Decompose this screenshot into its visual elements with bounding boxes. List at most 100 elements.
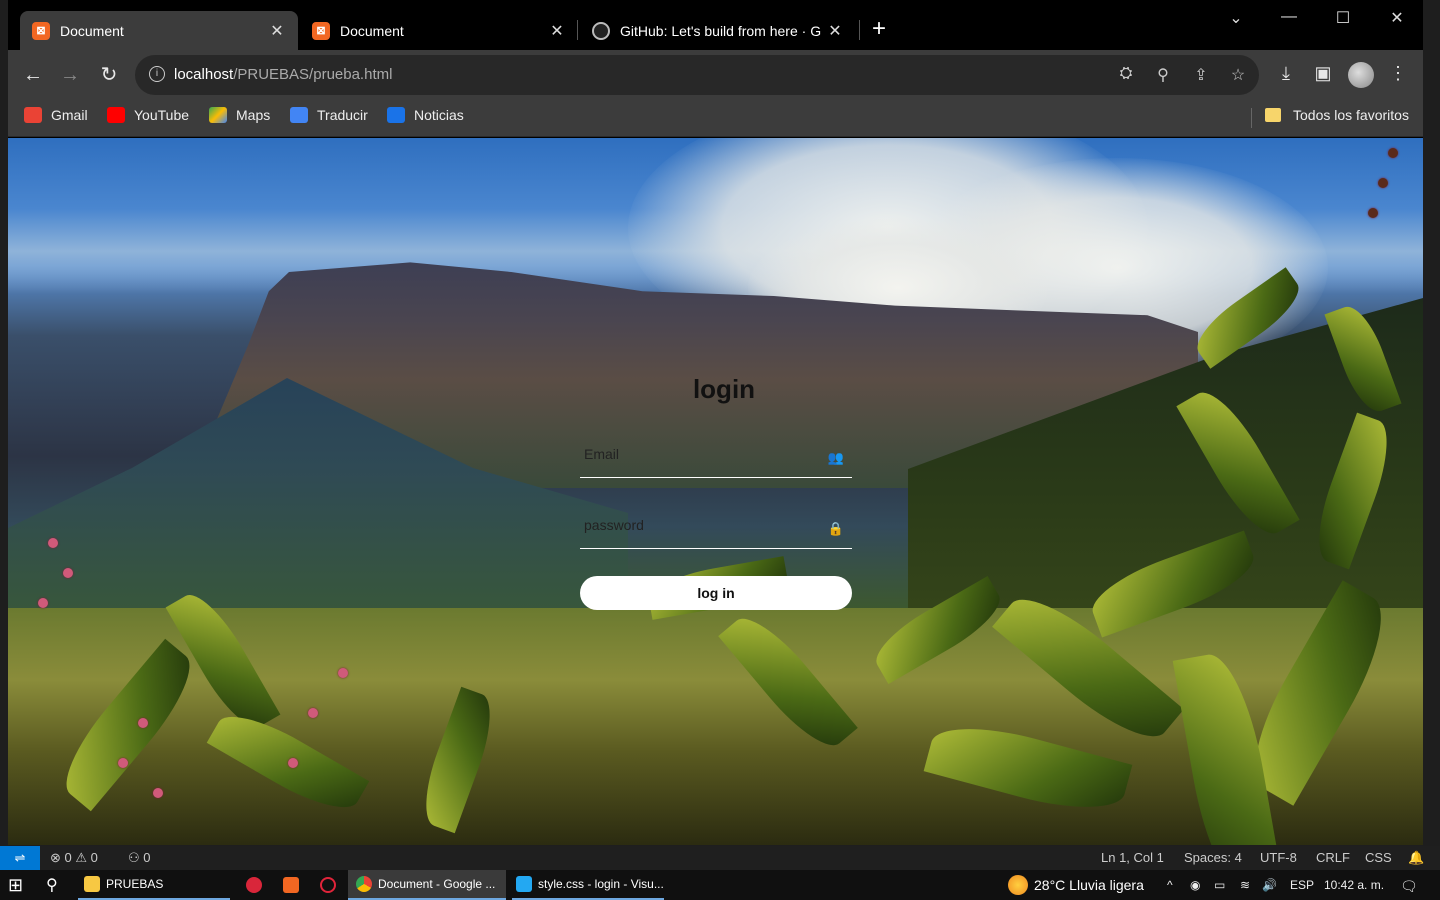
back-icon[interactable]: ← (21, 63, 45, 87)
bookmark-star-icon[interactable]: ☆ (1227, 65, 1249, 85)
xampp-icon: ⊠ (312, 21, 330, 40)
vscode-status-bar: ⇌ ⊗ 0 ⚠ 0 ⚇ 0 Ln 1, Col 1 Spaces: 4 UTF-… (0, 846, 1440, 870)
port-count: 0 (143, 850, 151, 865)
flower (118, 758, 128, 768)
cursor-position[interactable]: Ln 1, Col 1 (1101, 850, 1164, 865)
input-language[interactable]: ESP (1290, 878, 1314, 892)
new-tab-button[interactable]: + (872, 17, 886, 41)
taskbar-app-red[interactable] (246, 870, 268, 900)
windows-taskbar: ⊞ ⚲ PRUEBAS Document - Google ... style.… (0, 870, 1440, 900)
page-content: login Email 👥 password 🔒 log in (8, 138, 1423, 845)
xampp-icon: ⊠ (32, 21, 50, 40)
ports-indicator[interactable]: ⚇ 0 (128, 850, 151, 866)
bookmark-label: YouTube (134, 107, 190, 123)
flower-bud (1378, 178, 1388, 188)
tab-separator (859, 20, 860, 40)
side-panel-icon[interactable]: ▣ (1311, 63, 1335, 84)
site-info-icon[interactable]: i (149, 66, 165, 82)
password-placeholder: password (584, 517, 644, 533)
tab-title: Document (340, 22, 404, 39)
gmail-icon (24, 107, 42, 123)
close-tab-icon[interactable]: ✕ (826, 21, 844, 41)
bookmark-youtube[interactable]: YouTube (107, 107, 189, 123)
wifi-icon[interactable]: ≋ (1240, 878, 1250, 892)
taskbar-opera[interactable] (320, 870, 342, 900)
search-icon[interactable]: ⚲ (46, 870, 58, 900)
chrome-icon (356, 876, 372, 892)
end-of-line[interactable]: CRLF (1316, 850, 1350, 865)
battery-icon[interactable]: ▭ (1214, 878, 1225, 892)
bookmark-label: Todos los favoritos (1293, 107, 1409, 123)
users-icon: 👥 (827, 450, 844, 465)
warning-count: 0 (90, 850, 98, 865)
taskbar-vscode[interactable]: style.css - login - Visu... (512, 870, 664, 900)
tab-document-active[interactable]: ⊠ Document ✕ (20, 11, 298, 50)
taskbar-label: style.css - login - Visu... (538, 877, 664, 891)
reload-icon[interactable]: ↻ (97, 63, 121, 87)
translate-page-icon[interactable]: ⛭ (1115, 65, 1137, 83)
bookmark-label: Gmail (51, 107, 88, 123)
bookmark-traducir[interactable]: Traducir (290, 107, 368, 123)
maximize-icon[interactable]: ☐ (1323, 8, 1363, 28)
close-tab-icon[interactable]: ✕ (268, 21, 286, 41)
error-count: 0 (64, 850, 72, 865)
all-bookmarks-folder[interactable]: Todos los favoritos (1265, 107, 1409, 123)
remote-icon[interactable]: ⇌ (0, 846, 40, 870)
password-field[interactable]: password 🔒 (580, 509, 852, 549)
vscode-icon (516, 876, 532, 892)
bookmark-noticias[interactable]: Noticias (387, 107, 464, 123)
notification-center-icon[interactable]: 🗨 (1400, 878, 1418, 895)
taskbar-weather[interactable]: 28°C Lluvia ligera (1008, 870, 1144, 900)
tab-search-icon[interactable]: ⌄ (1216, 8, 1256, 28)
xampp-icon (283, 877, 299, 893)
flower (48, 538, 58, 548)
folder-icon (1265, 108, 1281, 122)
bookmark-label: Maps (236, 107, 271, 123)
download-icon[interactable]: ⤓ (1274, 63, 1298, 84)
bookmarks-bar: Gmail YouTube Maps Traducir Noticias Tod… (8, 100, 1423, 137)
taskbar-chrome[interactable]: Document - Google ... (348, 870, 506, 900)
share-icon[interactable]: ⇪ (1190, 65, 1212, 85)
flower (63, 568, 73, 578)
close-tab-icon[interactable]: ✕ (548, 21, 566, 41)
news-icon (387, 107, 405, 123)
taskbar-explorer[interactable]: PRUEBAS (78, 870, 230, 900)
indentation[interactable]: Spaces: 4 (1184, 850, 1242, 865)
taskbar-xampp[interactable] (283, 870, 305, 900)
windows-start-icon[interactable]: ⊞ (8, 870, 23, 900)
screen: ⊠ Document ✕ ⊠ Document ✕ GitHub: Let's … (0, 0, 1440, 900)
encoding[interactable]: UTF-8 (1260, 850, 1297, 865)
menu-kebab-icon[interactable]: ⋮ (1386, 63, 1410, 84)
translate-icon (290, 107, 308, 123)
flower (338, 668, 348, 678)
close-window-icon[interactable]: ✕ (1377, 8, 1417, 28)
flower (138, 718, 148, 728)
tab-github[interactable]: GitHub: Let's build from here · G ✕ (580, 11, 856, 50)
bookmark-gmail[interactable]: Gmail (24, 107, 88, 123)
profile-avatar[interactable] (1348, 62, 1374, 88)
bookmark-maps[interactable]: Maps (209, 107, 270, 123)
url-text[interactable]: localhost/PRUEBAS/prueba.html (174, 66, 392, 83)
clock[interactable]: 10:42 a. m. (1324, 878, 1384, 892)
address-bar[interactable]: i localhost/PRUEBAS/prueba.html ⛭ ⚲ ⇪ ☆ (135, 55, 1259, 95)
folder-icon (84, 876, 100, 892)
email-field[interactable]: Email 👥 (580, 438, 852, 478)
minimize-icon[interactable]: — (1269, 8, 1309, 26)
flower-bud (1388, 148, 1398, 158)
bookmark-label: Noticias (414, 107, 464, 123)
forward-icon[interactable]: → (58, 63, 82, 87)
url-path: /PRUEBAS/prueba.html (233, 66, 393, 83)
zoom-icon[interactable]: ⚲ (1152, 65, 1174, 85)
flower (38, 598, 48, 608)
app-icon (246, 877, 262, 893)
volume-icon[interactable]: 🔊 (1262, 878, 1277, 892)
login-title: login (692, 374, 756, 404)
bookmarks-separator (1251, 108, 1252, 128)
login-button[interactable]: log in (580, 576, 852, 610)
language-mode[interactable]: CSS (1365, 850, 1392, 865)
record-icon[interactable]: ◉ (1190, 878, 1200, 892)
tray-chevron-icon[interactable]: ^ (1167, 878, 1173, 892)
notifications-bell-icon[interactable]: 🔔 (1408, 850, 1424, 866)
problems-indicator[interactable]: ⊗ 0 ⚠ 0 (50, 850, 98, 866)
tab-document[interactable]: ⊠ Document ✕ (300, 11, 578, 50)
